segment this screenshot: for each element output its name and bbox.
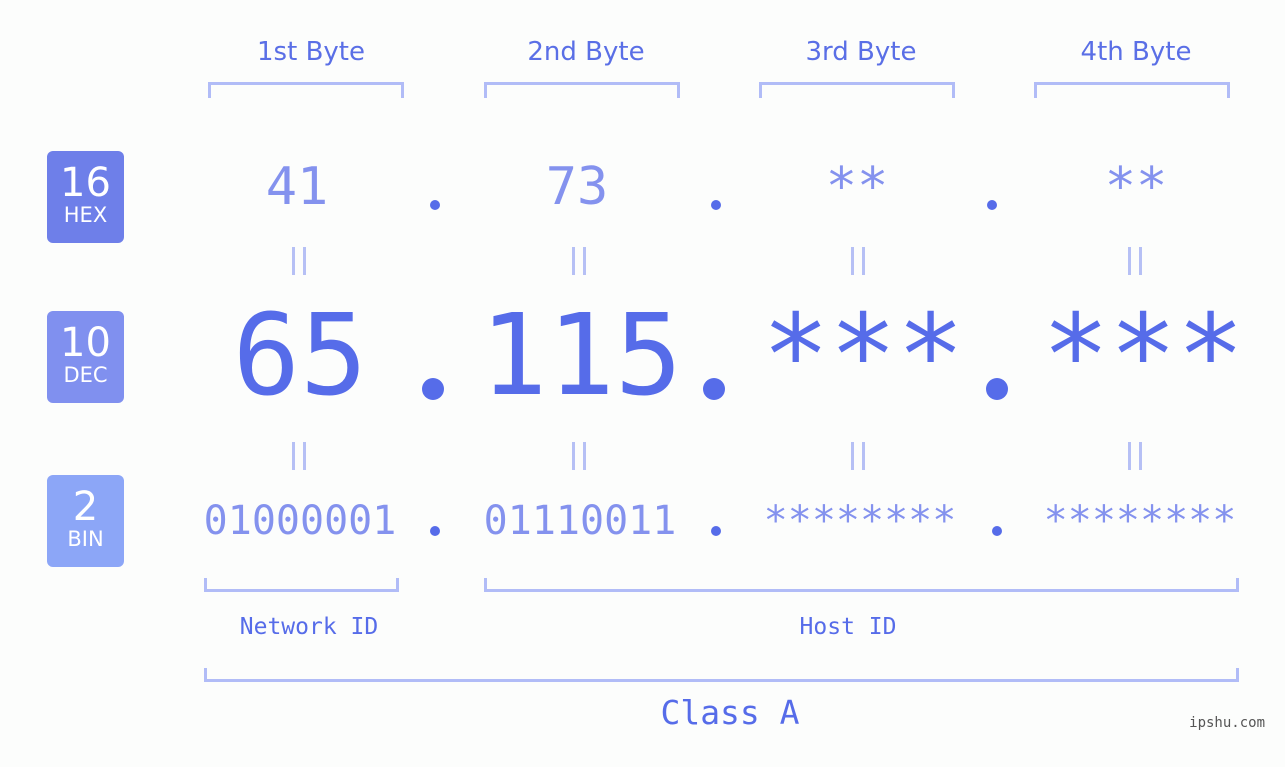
byte-bracket-1 [208,82,404,98]
dec-separator-dot-2 [703,378,725,400]
dec-base-number: 10 [60,320,111,366]
equals-icon [1125,442,1145,470]
host-id-bracket [484,578,1239,592]
byte-header-1: 1st Byte [257,37,365,67]
byte-bracket-2 [484,82,680,98]
bin-value-1: 01000001 [203,498,397,544]
dec-base-label: DEC [63,363,108,387]
bin-separator-dot-1 [430,526,440,536]
equals-icon [848,247,868,275]
hex-value-1: 41 [265,157,329,217]
equals-icon [848,442,868,470]
equals-icon [569,247,589,275]
class-bracket [204,668,1239,682]
byte-header-3: 3rd Byte [805,37,917,67]
byte-bracket-3 [759,82,955,98]
dec-separator-dot-1 [422,378,444,400]
dec-value-3: *** [762,291,965,421]
byte-header-2: 2nd Byte [527,37,645,67]
bin-separator-dot-2 [711,526,721,536]
hex-base-number: 16 [60,160,111,206]
equals-icon [289,247,309,275]
dec-value-2: 115 [480,291,683,421]
watermark: ipshu.com [1189,715,1265,731]
equals-icon [1125,247,1145,275]
bin-value-2: 01110011 [483,498,677,544]
byte-header-4: 4th Byte [1080,37,1192,67]
bin-value-4: ******** [1043,498,1237,544]
bin-base-label: BIN [67,527,104,551]
hex-base-label: HEX [63,203,108,227]
bin-value-3: ******** [763,498,957,544]
host-id-label: Host ID [799,614,897,640]
bin-base-number: 2 [72,484,99,530]
hex-value-2: 73 [545,157,609,217]
hex-separator-dot-3 [987,200,997,210]
equals-icon [289,442,309,470]
network-id-bracket [204,578,399,592]
dec-separator-dot-3 [986,378,1008,400]
hex-separator-dot-1 [430,200,440,210]
network-id-label: Network ID [239,614,379,640]
hex-separator-dot-2 [711,200,721,210]
hex-value-4: ** [1104,157,1168,217]
bin-badge: 2 BIN [47,475,124,567]
byte-bracket-4 [1034,82,1230,98]
class-label: Class A [660,693,800,732]
hex-badge: 16 HEX [47,151,124,243]
equals-icon [569,442,589,470]
dec-value-4: *** [1042,291,1245,421]
dec-value-1: 65 [232,291,368,421]
bin-separator-dot-3 [992,526,1002,536]
dec-badge: 10 DEC [47,311,124,403]
hex-value-3: ** [825,157,889,217]
